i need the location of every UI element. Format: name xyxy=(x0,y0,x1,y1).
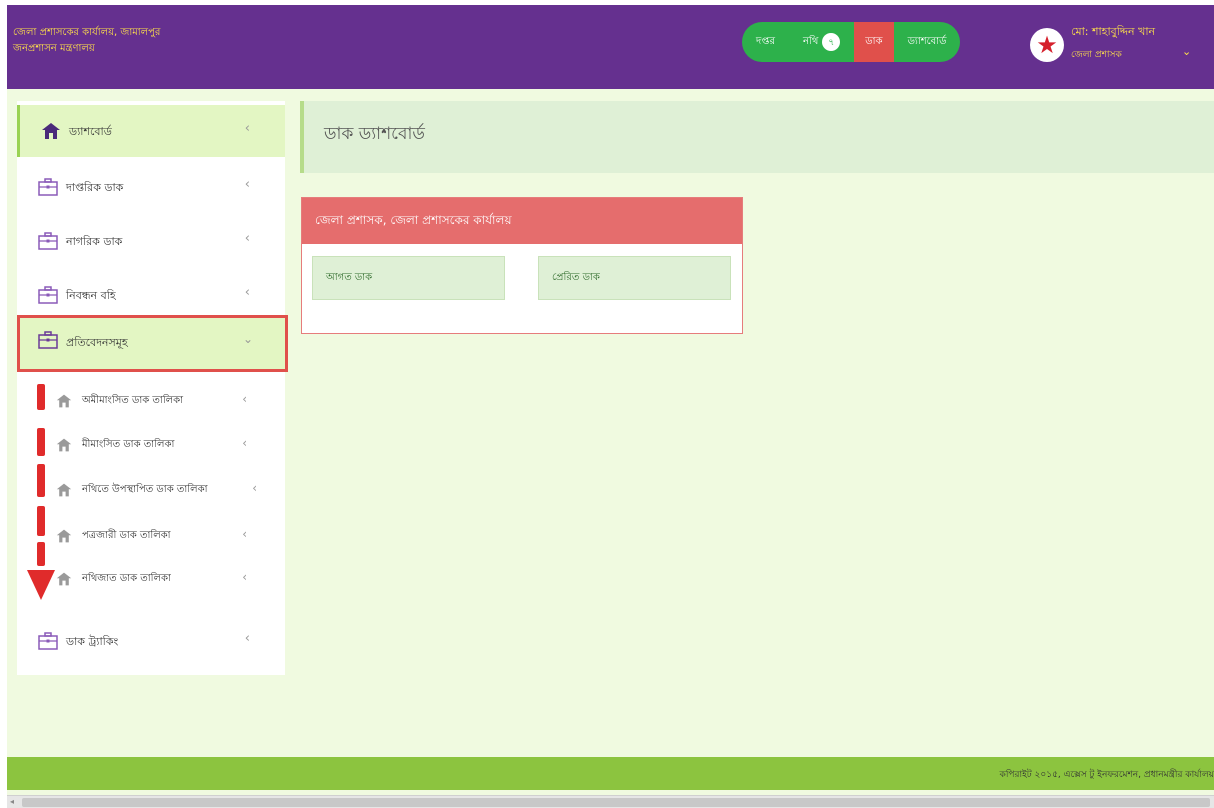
sidebar-item-label: প্রতিবেদনসমূহ xyxy=(66,336,128,349)
nav-dashboard[interactable]: ড্যাশবোর্ড xyxy=(894,22,961,62)
chevron-left-icon: ‹ xyxy=(244,285,250,300)
top-nav: দপ্তর নথি ৭ ডাক ড্যাশবোর্ড xyxy=(742,22,961,62)
nav-nothi[interactable]: নথি ৭ xyxy=(789,22,854,62)
annotation-dash xyxy=(37,464,45,497)
annotation-dash xyxy=(37,506,45,536)
sidebar-item-dashboard[interactable]: ড্যাশবোর্ড ‹ xyxy=(17,105,285,157)
scroll-left-icon[interactable]: ◂ xyxy=(10,797,14,806)
chevron-left-icon: ‹ xyxy=(242,392,247,406)
scrollbar-thumb[interactable] xyxy=(22,798,1210,807)
page-header: ডাক ড্যাশবোর্ড xyxy=(300,101,1214,173)
user-name: মো: শাহাবুদ্দিন খান xyxy=(1071,25,1156,38)
sidebar-item-nibondhon-bohi[interactable]: নিবন্ধন বহি ‹ xyxy=(17,269,285,321)
subitem-label: পত্রজারী ডাক তালিকা xyxy=(82,530,171,541)
tile-label: আগত ডাক xyxy=(326,272,373,283)
subitem-label: মীমাংসিত ডাক তালিকা xyxy=(82,439,175,450)
home-icon xyxy=(55,570,73,588)
sidebar-item-reports[interactable]: প্রতিবেদনসমূহ ⌄ xyxy=(17,315,288,372)
subitem-label: নথিতে উপস্থাপিত ডাক তালিকা xyxy=(82,484,208,495)
tile-label: প্রেরিত ডাক xyxy=(552,272,600,283)
office-name: জেলা প্রশাসকের কার্যালয়, জামালপুর xyxy=(13,27,161,38)
chevron-left-icon: ‹ xyxy=(252,481,257,495)
red-star-icon: ★ xyxy=(1030,28,1064,62)
home-icon xyxy=(55,392,73,410)
sidebar-item-nagorik-dak[interactable]: নাগরিক ডাক ‹ xyxy=(17,215,285,267)
subitem-label: অমীমাংসিত ডাক তালিকা xyxy=(82,395,184,406)
user-menu[interactable]: ★ মো: শাহাবুদ্দিন খান জেলা প্রশাসক ⌄ xyxy=(1030,23,1200,73)
chevron-left-icon: ‹ xyxy=(242,527,247,541)
home-icon xyxy=(40,120,62,142)
office-card: জেলা প্রশাসক, জেলা প্রশাসকের কার্যালয় আ… xyxy=(301,197,743,334)
chevron-down-icon[interactable]: ⌄ xyxy=(1182,45,1191,58)
card-header: জেলা প্রশাসক, জেলা প্রশাসকের কার্যালয় xyxy=(302,198,742,244)
incoming-dak-tile[interactable]: আগত ডাক xyxy=(312,256,505,300)
chevron-left-icon: ‹ xyxy=(242,436,247,450)
brand[interactable]: জেলা প্রশাসকের কার্যালয়, জামালপুর জনপ্র… xyxy=(13,25,160,57)
sidebar: ড্যাশবোর্ড ‹ দাপ্তরিক ডাক ‹ নাগরিক ডাক ‹… xyxy=(17,101,288,675)
sidebar-item-label: ডাক ট্র্যাকিং xyxy=(66,635,119,648)
sidebar-item-daptorik-dak[interactable]: দাপ্তরিক ডাক ‹ xyxy=(17,161,285,213)
sidebar-item-label: নাগরিক ডাক xyxy=(66,235,123,248)
annotation-dash xyxy=(37,384,45,410)
briefcase-icon xyxy=(37,176,59,198)
briefcase-icon xyxy=(37,630,59,652)
sent-dak-tile[interactable]: প্রেরিত ডাক xyxy=(538,256,731,300)
annotation-dash xyxy=(37,428,45,456)
briefcase-icon xyxy=(38,331,58,353)
card-title: জেলা প্রশাসক, জেলা প্রশাসকের কার্যালয় xyxy=(315,213,512,227)
sidebar-item-label: ড্যাশবোর্ড xyxy=(69,125,112,138)
chevron-left-icon: ‹ xyxy=(244,231,250,246)
sidebar-item-dak-tracking[interactable]: ডাক ট্র্যাকিং ‹ xyxy=(17,615,285,667)
annotation-arrow-down-icon xyxy=(27,570,55,600)
ministry-name: জনপ্রশাসন মন্ত্রণালয় xyxy=(13,43,95,54)
chevron-down-icon: ⌄ xyxy=(242,332,253,346)
briefcase-icon xyxy=(37,230,59,252)
horizontal-scrollbar[interactable]: ◂ xyxy=(7,795,1214,808)
chevron-left-icon: ‹ xyxy=(244,177,250,192)
subitem-issued-dak[interactable]: পত্রজারী ডাক তালিকা ‹ xyxy=(17,513,285,557)
subitem-filed-dak[interactable]: নথিজাত ডাক তালিকা ‹ xyxy=(17,556,285,600)
subitem-label: নথিজাত ডাক তালিকা xyxy=(82,573,171,584)
annotation-dash xyxy=(37,542,45,566)
top-header: জেলা প্রশাসকের কার্যালয়, জামালপুর জনপ্র… xyxy=(7,5,1214,89)
chevron-left-icon: ‹ xyxy=(244,631,250,646)
home-icon xyxy=(55,481,73,499)
home-icon xyxy=(55,436,73,454)
subitem-resolved-dak[interactable]: মীমাংসিত ডাক তালিকা ‹ xyxy=(17,422,285,466)
nav-dak[interactable]: ডাক xyxy=(854,22,894,62)
nothi-count-badge: ৭ xyxy=(822,33,841,51)
chevron-left-icon: ‹ xyxy=(242,570,247,584)
sidebar-item-label: দাপ্তরিক ডাক xyxy=(66,181,124,194)
app-window: জেলা প্রশাসকের কার্যালয়, জামালপুর জনপ্র… xyxy=(7,5,1214,808)
subitem-presented-dak[interactable]: নথিতে উপস্থাপিত ডাক তালিকা ‹ xyxy=(17,467,285,511)
page-title: ডাক ড্যাশবোর্ড xyxy=(324,124,425,144)
nav-daptar[interactable]: দপ্তর xyxy=(742,22,789,62)
home-icon xyxy=(55,527,73,545)
briefcase-icon xyxy=(37,284,59,306)
subitem-unresolved-dak[interactable]: অমীমাংসিত ডাক তালিকা ‹ xyxy=(17,378,285,422)
sidebar-item-label: নিবন্ধন বহি xyxy=(66,289,116,302)
copyright-text: কপিরাইট ২০১৫, এক্সেস টু ইনফরমেশন, প্রধান… xyxy=(999,770,1214,780)
footer: কপিরাইট ২০১৫, এক্সেস টু ইনফরমেশন, প্রধান… xyxy=(7,757,1214,790)
user-role: জেলা প্রশাসক xyxy=(1071,50,1122,60)
chevron-left-icon: ‹ xyxy=(244,121,250,136)
